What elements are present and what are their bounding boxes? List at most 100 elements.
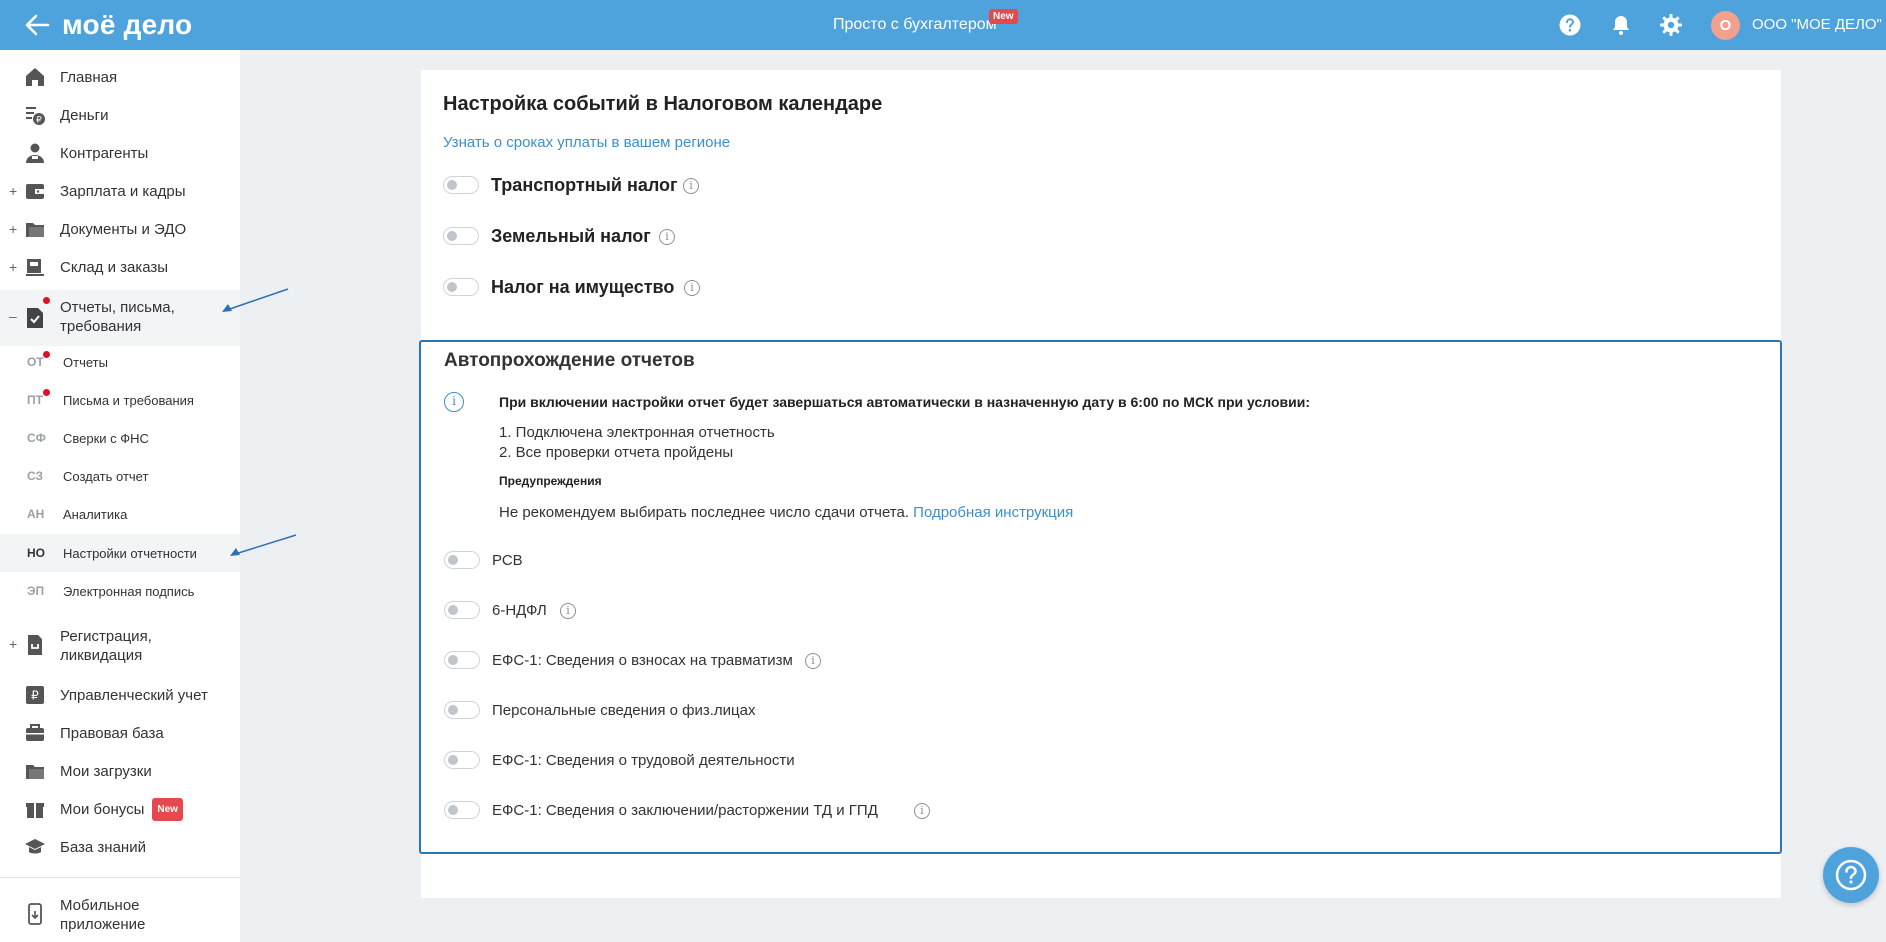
accountant-service-link[interactable]: Просто с бухгалтером	[833, 16, 997, 34]
svg-text:₽: ₽	[36, 116, 42, 126]
condition-item: 2. Все проверки отчета пройдены	[499, 444, 734, 461]
report-label: Персональные сведения о физ.лицах	[492, 702, 756, 719]
sidebar-item-label: Отчеты, письма, требования	[60, 299, 175, 335]
contracts-toggle[interactable]	[444, 801, 480, 819]
expand-icon[interactable]: +	[9, 221, 17, 237]
6ndfl-toggle[interactable]	[444, 601, 480, 619]
labor-activity-toggle[interactable]	[444, 751, 480, 769]
report-label: РСВ	[492, 552, 523, 569]
sidebar-item-salary[interactable]: + Зарплата и кадры	[0, 177, 240, 205]
tax-label: Земельный налог	[491, 226, 651, 246]
top-bar: моё дело Просто с бухгалтером New О ООО …	[0, 0, 1886, 50]
annotation-arrow-icon	[230, 534, 297, 556]
sidebar-item-label: Мобильное приложение	[60, 897, 146, 933]
contractor-icon	[26, 143, 44, 163]
help-chat-button[interactable]	[1823, 847, 1879, 903]
wallet-icon	[26, 184, 44, 199]
subitem-label: Аналитика	[63, 507, 128, 522]
expand-icon[interactable]: +	[9, 183, 17, 199]
sidebar-item-downloads[interactable]: Мои загрузки	[0, 757, 240, 785]
sidebar-item-contractors[interactable]: Контрагенты	[0, 139, 240, 167]
injury-contributions-toggle[interactable]	[444, 651, 480, 669]
sidebar-item-label: Регистрация, ликвидация	[60, 628, 152, 664]
collapse-icon[interactable]: –	[9, 308, 17, 324]
sidebar-item-label: Документы и ЭДО	[60, 220, 187, 238]
property-tax-toggle[interactable]	[443, 278, 479, 296]
sidebar-item-documents[interactable]: + Документы и ЭДО	[0, 215, 240, 243]
instruction-link[interactable]: Подробная инструкция	[913, 504, 1073, 521]
info-icon[interactable]: i	[683, 178, 699, 194]
sidebar-item-registration[interactable]: + Регистрация, ликвидация	[0, 623, 240, 667]
warning-text: Не рекомендуем выбирать последнее число …	[499, 504, 1073, 521]
avatar[interactable]: О	[1711, 11, 1740, 40]
sidebar-item-warehouse[interactable]: + Склад и заказы	[0, 253, 240, 281]
tax-label: Транспортный налог	[491, 175, 678, 195]
mobile-phone-icon	[28, 903, 42, 925]
sidebar-item-legal[interactable]: Правовая база	[0, 719, 240, 747]
sidebar-item-management[interactable]: ₽ Управленческий учет	[0, 681, 240, 709]
sidebar-item-mobile-app[interactable]: Мобильное приложение	[0, 892, 240, 936]
money-icon: ₽	[26, 107, 45, 126]
annotation-arrow-icon	[222, 288, 289, 312]
sidebar-item-label: Мои загрузки	[60, 762, 152, 780]
info-icon: i	[444, 392, 464, 412]
notification-dot	[43, 351, 50, 358]
folder-icon	[26, 223, 44, 237]
info-icon[interactable]: i	[560, 603, 576, 619]
sidebar-subitem-reconciliation[interactable]: СФ Сверки с ФНС	[0, 419, 240, 457]
sidebar-item-money[interactable]: ₽ Деньги	[0, 101, 240, 129]
back-arrow-icon[interactable]	[24, 13, 50, 37]
personal-info-toggle[interactable]	[444, 701, 480, 719]
home-icon	[26, 68, 44, 86]
subitem-label: Электронная подпись	[63, 584, 195, 599]
info-icon[interactable]: i	[659, 229, 675, 245]
sidebar-item-home[interactable]: Главная	[0, 63, 240, 91]
info-icon[interactable]: i	[805, 653, 821, 669]
help-icon[interactable]	[1558, 13, 1582, 37]
land-tax-toggle[interactable]	[443, 227, 479, 245]
subitem-abbr: ПТ	[27, 393, 43, 407]
sidebar-item-label: Правовая база	[60, 724, 164, 742]
expand-icon[interactable]: +	[9, 259, 17, 275]
subitem-label: Отчеты	[63, 355, 108, 370]
report-check-icon	[27, 308, 43, 328]
info-icon[interactable]: i	[914, 803, 930, 819]
subitem-label: Настройки отчетности	[63, 546, 197, 561]
sidebar-subitem-report-settings[interactable]: НО Настройки отчетности	[0, 534, 240, 572]
sidebar-item-reports[interactable]: – Отчеты, письма, требования	[0, 290, 240, 346]
bell-icon[interactable]	[1609, 13, 1633, 37]
rsv-toggle[interactable]	[444, 551, 480, 569]
logo[interactable]: моё дело	[62, 9, 192, 41]
page-title: Настройка событий в Налоговом календаре	[443, 93, 883, 115]
sidebar-item-label: Деньги	[60, 106, 109, 124]
sidebar: Главная ₽ Деньги Контрагенты + Зарплата …	[0, 50, 240, 942]
sidebar-subitem-reports[interactable]: ОТ Отчеты	[0, 343, 240, 381]
section-title: Автопрохождение отчетов	[444, 350, 695, 371]
subitem-abbr: ОТ	[27, 355, 44, 369]
transport-tax-toggle[interactable]	[443, 176, 479, 194]
expand-icon[interactable]: +	[9, 636, 17, 652]
gear-icon[interactable]	[1659, 13, 1683, 37]
organization-name[interactable]: ООО "МОЕ ДЕЛО"	[1752, 16, 1882, 33]
subitem-label: Письма и требования	[63, 393, 194, 408]
management-accounting-icon: ₽	[26, 686, 44, 704]
condition-text: При включении настройки отчет будет заве…	[499, 394, 1310, 410]
report-label: ЕФС-1: Сведения о заключении/расторжении…	[492, 802, 878, 819]
sidebar-item-knowledge-base[interactable]: База знаний	[0, 833, 240, 861]
sidebar-subitem-letters[interactable]: ПТ Письма и требования	[0, 381, 240, 419]
folder-icon	[26, 765, 44, 779]
tax-label: Налог на имущество	[491, 277, 675, 297]
notification-dot	[43, 389, 50, 396]
graduation-cap-icon	[25, 839, 45, 854]
sidebar-item-label: Главная	[60, 68, 118, 86]
svg-text:₽: ₽	[31, 689, 39, 703]
new-badge: New	[152, 797, 183, 821]
registration-icon	[28, 635, 42, 655]
info-icon[interactable]: i	[684, 280, 700, 296]
sidebar-subitem-analytics[interactable]: АН Аналитика	[0, 495, 240, 533]
sidebar-item-bonuses[interactable]: Мои бонусы New	[0, 795, 240, 823]
sidebar-subitem-create-report[interactable]: СЗ Создать отчет	[0, 457, 240, 495]
sidebar-subitem-e-signature[interactable]: ЭП Электронная подпись	[0, 572, 240, 610]
region-deadlines-link[interactable]: Узнать о сроках уплаты в вашем регионе	[443, 134, 730, 151]
sidebar-item-label: Мои бонусы New	[60, 797, 183, 821]
